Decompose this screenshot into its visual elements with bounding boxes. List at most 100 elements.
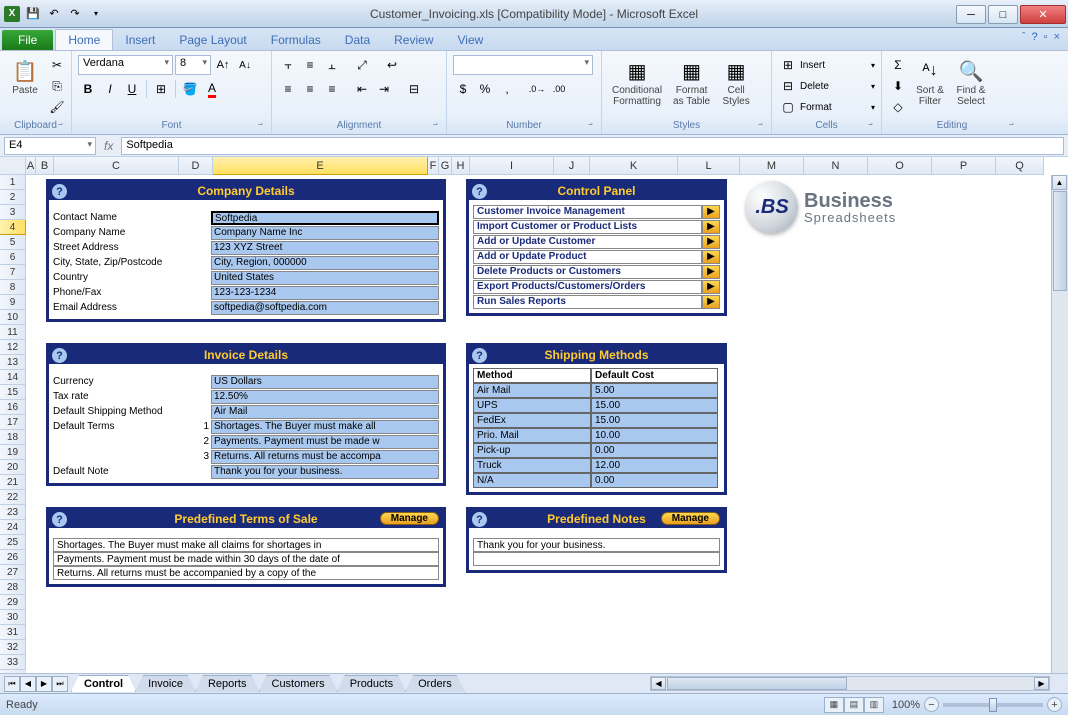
field-value[interactable]: 12.50% <box>211 390 439 404</box>
border-icon[interactable]: ⊞ <box>151 79 171 99</box>
control-link[interactable]: Add or Update Product <box>473 250 702 264</box>
term-row[interactable]: Shortages. The Buyer must make all claim… <box>53 538 439 552</box>
view-pagebreak-icon[interactable]: ▥ <box>864 697 884 713</box>
field-value[interactable]: Thank you for your business. <box>211 465 439 479</box>
fill-icon[interactable]: ⬇ <box>888 76 908 96</box>
font-name-combo[interactable]: Verdana <box>78 55 173 75</box>
row-header[interactable]: 13 <box>0 355 26 370</box>
scroll-thumb[interactable] <box>667 677 847 690</box>
row-header[interactable]: 12 <box>0 340 26 355</box>
qat-redo-icon[interactable]: ↷ <box>66 5 84 23</box>
format-cells-button[interactable]: ▢Format▾ <box>778 97 875 117</box>
term-row[interactable]: Payments. Payment must be made within 30… <box>53 552 439 566</box>
table-cell[interactable]: Pick-up <box>473 443 591 458</box>
bold-button[interactable]: B <box>78 79 98 99</box>
sheet-tab[interactable]: Orders <box>405 675 465 692</box>
row-header[interactable]: 25 <box>0 535 26 550</box>
format-painter-icon[interactable]: 🖌 <box>47 97 67 117</box>
field-value[interactable]: Shortages. The Buyer must make all <box>211 420 439 434</box>
tab-review[interactable]: Review <box>382 30 445 50</box>
row-header[interactable]: 21 <box>0 475 26 490</box>
decrease-decimal-icon[interactable]: .00 <box>549 79 569 99</box>
column-header[interactable]: K <box>590 157 678 175</box>
row-header[interactable]: 9 <box>0 295 26 310</box>
field-value[interactable]: United States <box>211 271 439 285</box>
column-header[interactable]: P <box>932 157 996 175</box>
wrap-text-icon[interactable]: ↩ <box>382 55 402 75</box>
qat-save-icon[interactable]: 💾 <box>24 5 42 23</box>
shrink-font-icon[interactable]: A↓ <box>235 55 255 75</box>
row-header[interactable]: 17 <box>0 415 26 430</box>
sheet-tab[interactable]: Invoice <box>135 675 196 692</box>
control-link[interactable]: Import Customer or Product Lists <box>473 220 702 234</box>
field-value[interactable]: Company Name Inc <box>211 226 439 240</box>
merge-center-icon[interactable]: ⊟ <box>404 79 424 99</box>
row-header[interactable]: 4 <box>0 220 26 235</box>
fill-color-icon[interactable]: 🪣 <box>180 79 200 99</box>
note-row[interactable] <box>473 552 720 566</box>
arrow-icon[interactable]: ▶ <box>702 235 720 249</box>
orientation-icon[interactable]: ⤢ <box>352 55 372 75</box>
scroll-up-icon[interactable]: ▲ <box>1052 175 1067 190</box>
term-row[interactable]: Returns. All returns must be accompanied… <box>53 566 439 580</box>
field-value[interactable]: Payments. Payment must be made w <box>211 435 439 449</box>
scroll-right-icon[interactable]: ▶ <box>1034 677 1049 690</box>
row-header[interactable]: 16 <box>0 400 26 415</box>
autosum-icon[interactable]: Σ <box>888 55 908 75</box>
insert-cells-button[interactable]: ⊞Insert▾ <box>778 55 875 75</box>
row-header[interactable]: 2 <box>0 190 26 205</box>
row-header[interactable]: 5 <box>0 235 26 250</box>
delete-cells-button[interactable]: ⊟Delete▾ <box>778 76 875 96</box>
number-format-combo[interactable] <box>453 55 593 75</box>
row-header[interactable]: 30 <box>0 610 26 625</box>
doc-restore-icon[interactable]: ▫ <box>1044 31 1048 43</box>
column-header[interactable]: A <box>26 157 36 175</box>
zoom-slider[interactable] <box>943 703 1043 707</box>
table-cell[interactable]: UPS <box>473 398 591 413</box>
comma-icon[interactable]: , <box>497 79 517 99</box>
font-color-icon[interactable]: A <box>202 79 222 99</box>
table-cell[interactable]: FedEx <box>473 413 591 428</box>
zoom-out-button[interactable]: − <box>924 697 939 712</box>
paste-button[interactable]: 📋 Paste <box>6 55 44 98</box>
row-header[interactable]: 20 <box>0 460 26 475</box>
row-header[interactable]: 7 <box>0 265 26 280</box>
view-normal-icon[interactable]: ▦ <box>824 697 844 713</box>
minimize-button[interactable]: ─ <box>956 5 986 24</box>
grow-font-icon[interactable]: A↑ <box>213 55 233 75</box>
table-cell[interactable]: 12.00 <box>591 458 718 473</box>
qat-undo-icon[interactable]: ↶ <box>45 5 63 23</box>
table-cell[interactable]: Prio. Mail <box>473 428 591 443</box>
column-header[interactable]: M <box>740 157 804 175</box>
row-header[interactable]: 32 <box>0 640 26 655</box>
arrow-icon[interactable]: ▶ <box>702 250 720 264</box>
help-icon[interactable]: ? <box>52 512 67 527</box>
tab-formulas[interactable]: Formulas <box>259 30 333 50</box>
sheet-tab[interactable]: Customers <box>259 675 338 692</box>
arrow-icon[interactable]: ▶ <box>702 220 720 234</box>
increase-decimal-icon[interactable]: .0→ <box>527 79 547 99</box>
column-header[interactable]: C <box>54 157 179 175</box>
note-row[interactable]: Thank you for your business. <box>473 538 720 552</box>
sheet-tab[interactable]: Reports <box>195 675 260 692</box>
table-cell[interactable]: N/A <box>473 473 591 488</box>
arrow-icon[interactable]: ▶ <box>702 280 720 294</box>
close-button[interactable]: ✕ <box>1020 5 1066 24</box>
column-header[interactable]: O <box>868 157 932 175</box>
tab-file[interactable]: File <box>2 30 53 50</box>
column-header[interactable]: E <box>213 157 428 175</box>
row-header[interactable]: 22 <box>0 490 26 505</box>
help-icon[interactable]: ? <box>52 184 67 199</box>
cell-styles-button[interactable]: ▦Cell Styles <box>717 55 755 109</box>
row-header[interactable]: 29 <box>0 595 26 610</box>
select-all-button[interactable] <box>0 157 26 175</box>
scroll-thumb[interactable] <box>1053 191 1067 291</box>
align-bottom-icon[interactable]: ⫠ <box>322 55 342 75</box>
help-icon[interactable]: ? <box>52 348 67 363</box>
row-header[interactable]: 15 <box>0 385 26 400</box>
row-header[interactable]: 3 <box>0 205 26 220</box>
row-header[interactable]: 6 <box>0 250 26 265</box>
sort-filter-button[interactable]: ᴬ↓Sort & Filter <box>911 55 949 109</box>
field-value[interactable]: Air Mail <box>211 405 439 419</box>
field-value[interactable]: Returns. All returns must be accompa <box>211 450 439 464</box>
